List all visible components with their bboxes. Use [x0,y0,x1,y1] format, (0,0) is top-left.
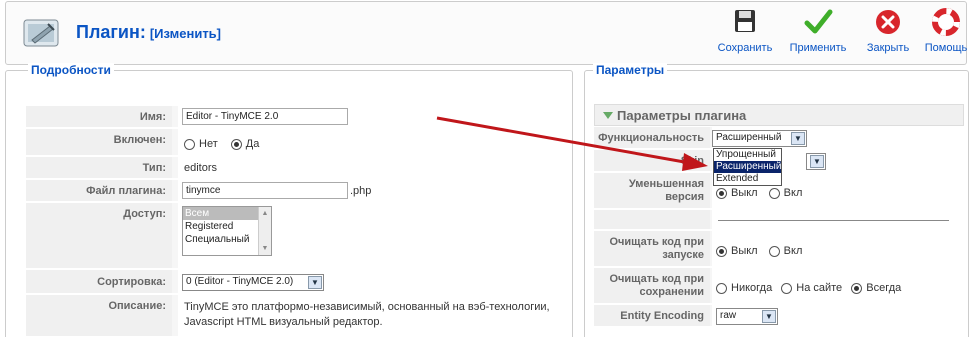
cleanup-front-label: На сайте [796,282,843,294]
cleanup-start-off-label: Выкл [731,245,758,257]
skin-select[interactable]: ▼ [806,153,826,170]
enabled-yes-radio[interactable] [230,138,242,150]
help-button[interactable]: Помощь [916,6,972,54]
file-label: Файл плагина: [26,180,172,201]
cleanup-never-label: Никогда [731,282,773,294]
expand-triangle-icon [603,112,613,119]
type-value: editors [184,162,218,174]
lifebuoy-icon [932,8,960,36]
file-row: Файл плагина: .php [26,180,567,202]
access-scrollbar[interactable]: ▲ ▼ [258,207,271,255]
save-button[interactable]: Сохранить [715,6,775,54]
enabled-row: Включен: Нет Да [26,129,567,156]
cleanup-save-label: Очищать код при сохранении [594,268,710,303]
page-title: Плагин: [Изменить] [76,22,222,42]
type-label: Тип: [26,157,172,178]
cleanup-always-label: Всегда [866,282,902,294]
cleanup-start-label: Очищать код при запуске [594,231,710,266]
func-label: Функциональность [594,127,710,148]
file-extension: .php [350,185,372,197]
compressed-on-radio[interactable] [768,187,780,199]
params-legend: Параметры [593,63,668,77]
page-subtitle: [Изменить] [149,26,222,41]
cleanup-always-radio[interactable] [851,282,863,294]
skin-label: Skin [594,150,710,171]
func-option[interactable]: Extended [714,173,781,185]
toolbar: Плагин: [Изменить] Сохранить Применить За… [5,1,967,65]
details-legend: Подробности [28,63,114,77]
enabled-label: Включен: [26,129,172,155]
func-option[interactable]: Расширенный [714,161,781,173]
enabled-yes-label: Да [245,138,260,150]
func-row: Функциональность Расширенный ▼ [594,127,964,149]
apply-button[interactable]: Применить [788,6,848,54]
spacer-row [594,210,964,230]
chevron-down-icon: ▼ [308,276,322,289]
encoding-label: Entity Encoding [594,305,710,326]
close-button[interactable]: Закрыть [858,6,918,54]
chevron-down-icon: ▼ [762,310,776,323]
plugin-params-header[interactable]: Параметры плагина [594,104,964,126]
access-label: Доступ: [26,203,172,268]
name-row: Имя: [26,106,567,128]
access-listbox[interactable]: Всем Registered Специальный ▲ ▼ [182,206,272,256]
close-icon [876,10,900,34]
description-line: Javascript HTML визуальный редактор. [184,316,383,328]
access-row: Доступ: Всем Registered Специальный ▲ ▼ [26,203,567,269]
description-row: Описание: TinyMCE это платформо-независи… [26,295,567,337]
encoding-select[interactable]: raw ▼ [716,308,778,325]
cleanup-start-on-radio[interactable] [768,245,780,257]
order-select[interactable]: 0 (Editor - TinyMCE 2.0) ▼ [182,274,324,291]
enabled-no-radio[interactable] [184,138,195,150]
checkmark-icon [804,9,833,34]
cleanup-start-off-radio[interactable] [716,245,727,257]
cleanup-never-radio[interactable] [716,282,727,294]
cleanup-save-row: Очищать код при сохранении Никогда На сай… [594,268,964,304]
floppy-disk-icon [735,10,755,32]
compressed-off-label: Выкл [731,187,758,199]
chevron-down-icon: ▼ [791,132,805,145]
cleanup-start-on-label: Вкл [783,245,803,257]
description-line: TinyMCE это платформо-независимый, основ… [184,301,550,313]
order-label: Сортировка: [26,270,172,293]
compressed-on-label: Вкл [783,187,803,199]
separator [718,220,949,221]
file-input[interactable] [182,182,348,199]
name-label: Имя: [26,106,172,127]
func-option[interactable]: Упрощенный [714,149,781,161]
compressed-off-radio[interactable] [716,187,727,199]
name-input[interactable] [182,108,348,125]
order-row: Сортировка: 0 (Editor - TinyMCE 2.0) ▼ [26,270,567,294]
func-select[interactable]: Расширенный ▼ [712,130,807,147]
compressed-label: Уменьшенная версия [594,173,710,208]
chevron-down-icon: ▼ [810,155,824,168]
cleanup-start-row: Очищать код при запуске Выкл Вкл [594,231,964,267]
plugin-icon [23,19,59,47]
type-row: Тип: editors [26,157,567,179]
func-dropdown-list: Упрощенный Расширенный Extended [713,148,782,186]
enabled-no-label: Нет [199,138,218,150]
description-label: Описание: [26,295,172,336]
cleanup-front-radio[interactable] [781,282,793,294]
encoding-row: Entity Encoding raw ▼ [594,305,964,327]
